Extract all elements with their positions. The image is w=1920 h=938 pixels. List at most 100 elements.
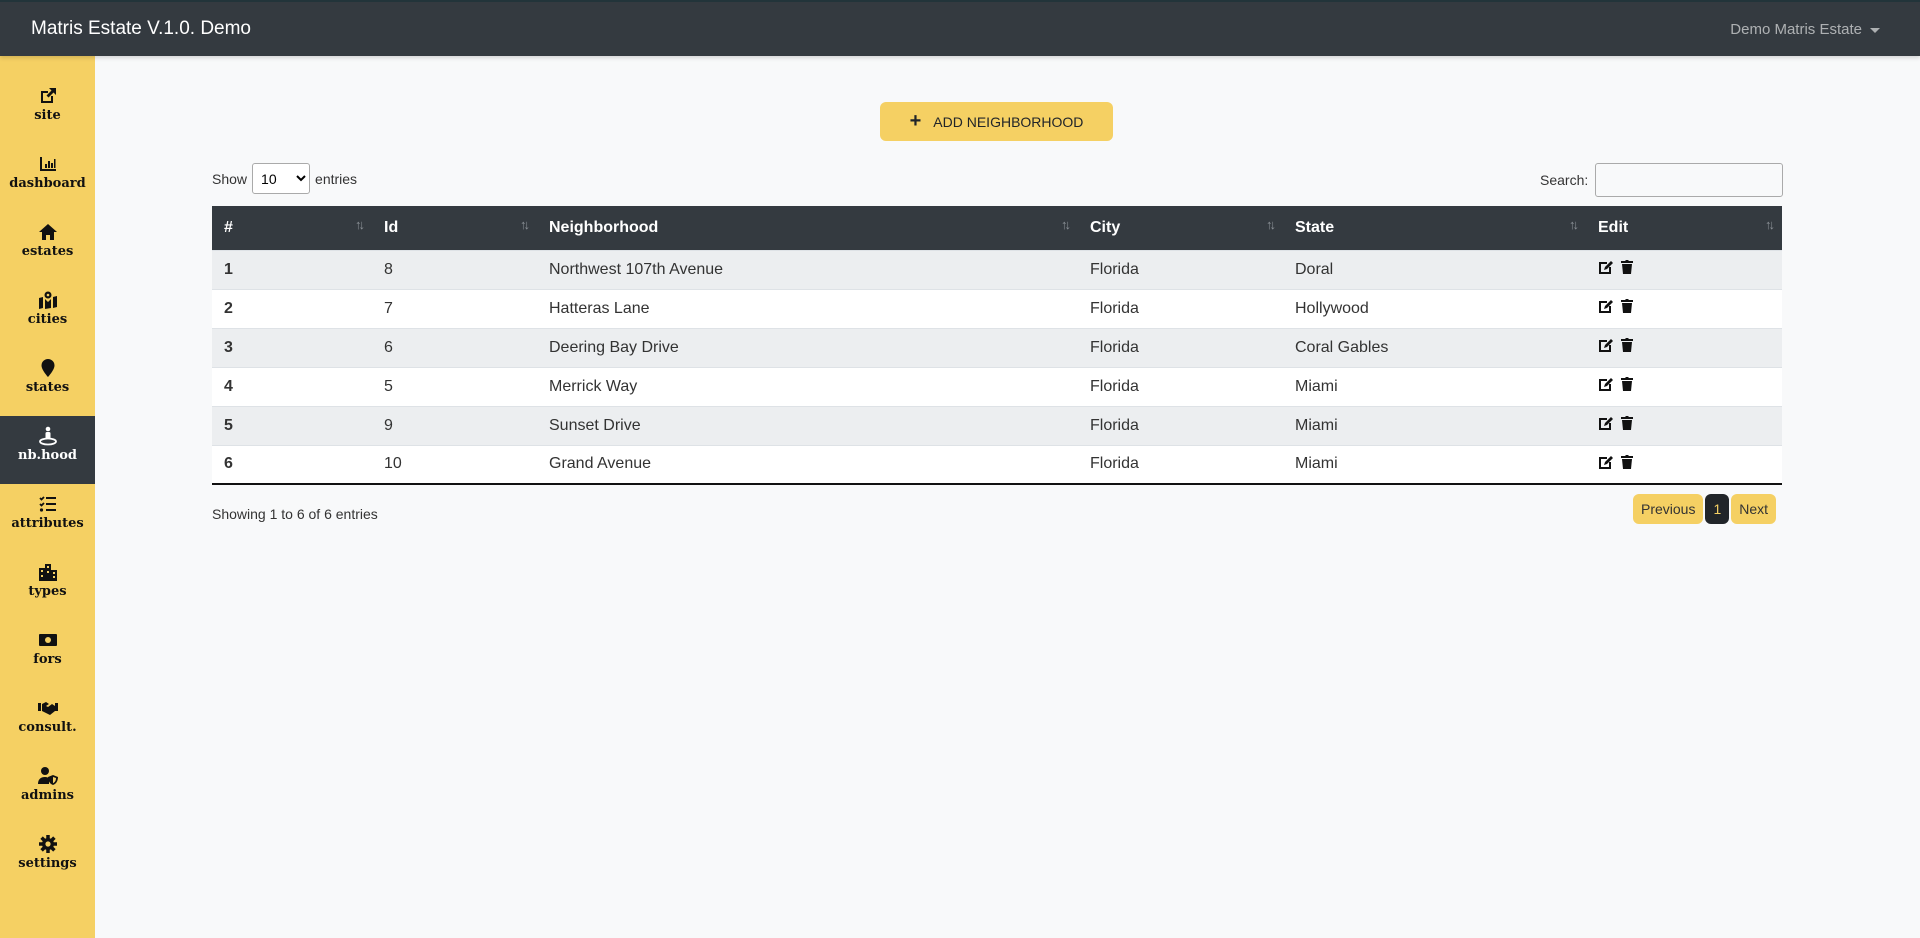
sidebar-item-consult[interactable]: consult. bbox=[0, 688, 95, 756]
sidebar-item-label: admins bbox=[21, 788, 74, 803]
user-menu[interactable]: Demo Matris Estate bbox=[1730, 21, 1880, 38]
sidebar-item-states[interactable]: states bbox=[0, 348, 95, 416]
sidebar-item-admins[interactable]: admins bbox=[0, 756, 95, 824]
row-index: 3 bbox=[212, 327, 372, 367]
state-cell: Hollywood bbox=[1283, 288, 1586, 328]
sidebar-item-nbhood[interactable]: nb.hood bbox=[0, 416, 95, 484]
row-index: 4 bbox=[212, 366, 372, 406]
sort-icon[interactable]: ↑↓ bbox=[1061, 217, 1071, 232]
map-marker-icon bbox=[0, 358, 95, 380]
column-header-index[interactable]: # ↑↓ bbox=[212, 206, 372, 250]
add-neighborhood-button[interactable]: + ADD NEIGHBORHOOD bbox=[880, 102, 1113, 141]
edit-icon[interactable] bbox=[1598, 454, 1614, 475]
page-1-button[interactable]: 1 bbox=[1705, 494, 1730, 524]
sidebar-item-label: estates bbox=[21, 244, 74, 259]
caret-down-icon bbox=[1870, 27, 1880, 33]
table-row: 6 10 Grand Avenue Florida Miami bbox=[212, 444, 1782, 485]
external-link-icon bbox=[0, 86, 95, 108]
neighborhood-cell: Merrick Way bbox=[537, 366, 1078, 406]
gear-icon bbox=[0, 834, 95, 856]
trash-icon[interactable] bbox=[1619, 454, 1635, 475]
sidebar-item-cities[interactable]: cities bbox=[0, 280, 95, 348]
table-row: 4 5 Merrick Way Florida Miami bbox=[212, 366, 1782, 406]
search-input[interactable] bbox=[1595, 163, 1784, 197]
sort-icon[interactable]: ↑↓ bbox=[1266, 217, 1276, 232]
actions-cell bbox=[1586, 405, 1782, 445]
sidebar-item-settings[interactable]: settings bbox=[0, 824, 95, 892]
search-control: Search: bbox=[1540, 163, 1784, 197]
row-index: 1 bbox=[212, 249, 372, 289]
sort-icon[interactable]: ↑↓ bbox=[355, 217, 365, 232]
edit-icon[interactable] bbox=[1598, 337, 1614, 358]
state-cell: Miami bbox=[1283, 444, 1586, 485]
chart-bar-icon bbox=[0, 154, 95, 176]
row-id: 6 bbox=[372, 327, 537, 367]
row-index: 5 bbox=[212, 405, 372, 445]
trash-icon[interactable] bbox=[1619, 259, 1635, 280]
user-name: Demo Matris Estate bbox=[1730, 21, 1862, 38]
state-cell: Doral bbox=[1283, 249, 1586, 289]
previous-button[interactable]: Previous bbox=[1633, 494, 1704, 524]
sidebar-item-estates[interactable]: estates bbox=[0, 212, 95, 280]
neighborhood-cell: Deering Bay Drive bbox=[537, 327, 1078, 367]
page-size-control: Show 10 entries bbox=[212, 163, 357, 194]
city-icon bbox=[0, 562, 95, 584]
entries-label: entries bbox=[315, 170, 358, 187]
trash-icon[interactable] bbox=[1619, 415, 1635, 436]
table-row: 3 6 Deering Bay Drive Florida Coral Gables bbox=[212, 327, 1782, 367]
actions-cell bbox=[1586, 327, 1782, 367]
actions-cell bbox=[1586, 366, 1782, 406]
row-index: 6 bbox=[212, 444, 372, 485]
table-row: 1 8 Northwest 107th Avenue Florida Doral bbox=[212, 249, 1782, 289]
sidebar-item-attributes[interactable]: attributes bbox=[0, 484, 95, 552]
neighborhoods-table: # ↑↓ Id ↑↓ Neighborhood ↑↓ City ↑↓ State ↑↓ Edit ↑↓… bbox=[212, 206, 1782, 485]
row-id: 10 bbox=[372, 444, 537, 485]
sidebar-item-label: site bbox=[34, 108, 61, 123]
city-cell: Florida bbox=[1078, 405, 1283, 445]
sidebar-item-site[interactable]: site bbox=[0, 76, 95, 144]
sidebar: site dashboard estates cities states nb.hood a… bbox=[0, 56, 95, 938]
trash-icon[interactable] bbox=[1619, 298, 1635, 319]
state-cell: Coral Gables bbox=[1283, 327, 1586, 367]
column-header-edit[interactable]: Edit ↑↓ bbox=[1586, 206, 1782, 250]
next-button[interactable]: Next bbox=[1731, 494, 1777, 524]
tasks-icon bbox=[0, 494, 95, 516]
street-view-icon bbox=[0, 426, 95, 448]
actions-cell bbox=[1586, 444, 1782, 485]
page-size-select[interactable]: 10 bbox=[252, 163, 311, 194]
column-header-id[interactable]: Id ↑↓ bbox=[372, 206, 537, 250]
column-header-label: City bbox=[1090, 218, 1121, 236]
column-header-label: # bbox=[224, 218, 233, 236]
sidebar-item-label: nb.hood bbox=[18, 448, 77, 463]
sort-icon[interactable]: ↑↓ bbox=[520, 217, 530, 232]
neighborhood-cell: Sunset Drive bbox=[537, 405, 1078, 445]
top-navbar: Matris Estate V.1.0. Demo Demo Matris Es… bbox=[0, 0, 1920, 56]
column-header-city[interactable]: City ↑↓ bbox=[1078, 206, 1283, 250]
trash-icon[interactable] bbox=[1619, 376, 1635, 397]
search-label: Search: bbox=[1540, 172, 1589, 188]
edit-icon[interactable] bbox=[1598, 376, 1614, 397]
column-header-state[interactable]: State ↑↓ bbox=[1283, 206, 1586, 250]
city-cell: Florida bbox=[1078, 366, 1283, 406]
sidebar-item-label: fors bbox=[33, 652, 62, 667]
sidebar-item-label: consult. bbox=[18, 720, 77, 735]
sidebar-item-dashboard[interactable]: dashboard bbox=[0, 144, 95, 212]
state-cell: Miami bbox=[1283, 405, 1586, 445]
app-title[interactable]: Matris Estate V.1.0. Demo bbox=[31, 18, 251, 40]
actions-cell bbox=[1586, 249, 1782, 289]
edit-icon[interactable] bbox=[1598, 415, 1614, 436]
column-header-neighborhood[interactable]: Neighborhood ↑↓ bbox=[537, 206, 1078, 250]
edit-icon[interactable] bbox=[1598, 298, 1614, 319]
edit-icon[interactable] bbox=[1598, 259, 1614, 280]
sidebar-item-types[interactable]: types bbox=[0, 552, 95, 620]
user-shield-icon bbox=[0, 766, 95, 788]
sidebar-item-fors[interactable]: fors bbox=[0, 620, 95, 688]
trash-icon[interactable] bbox=[1619, 337, 1635, 358]
neighborhood-cell: Hatteras Lane bbox=[537, 288, 1078, 328]
sort-icon[interactable]: ↑↓ bbox=[1569, 217, 1579, 232]
show-label: Show bbox=[212, 170, 248, 187]
sort-icon[interactable]: ↑↓ bbox=[1765, 217, 1775, 232]
table-row: 2 7 Hatteras Lane Florida Hollywood bbox=[212, 288, 1782, 328]
home-icon bbox=[0, 222, 95, 244]
pagination: Previous 1 Next bbox=[1633, 494, 1777, 524]
